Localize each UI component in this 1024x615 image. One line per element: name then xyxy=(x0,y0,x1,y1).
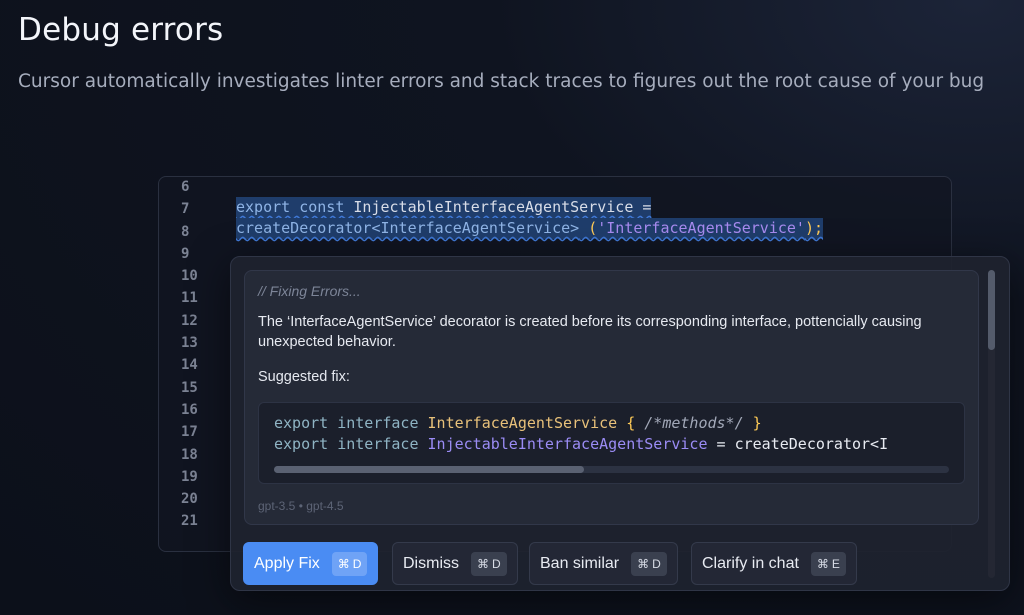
shortcut-badge: ⌘ E xyxy=(810,551,846,576)
code-brace: { xyxy=(626,414,636,432)
shortcut-key: E xyxy=(831,556,840,571)
code-line-7[interactable]: export const InjectableInterfaceAgentSer… xyxy=(236,197,652,218)
code-function: createDecorator<InterfaceAgentService> xyxy=(236,219,580,237)
horizontal-scrollbar[interactable] xyxy=(274,466,949,473)
line-number: 8 xyxy=(181,223,190,240)
clarify-in-chat-button[interactable]: Clarify in chat ⌘ E xyxy=(691,542,857,585)
fix-card xyxy=(244,270,979,525)
code-brace-close: } xyxy=(752,414,762,432)
code-operator: = xyxy=(642,198,652,216)
cmd-icon: ⌘ xyxy=(337,556,350,571)
fix-code-line-1: export interface InterfaceAgentService {… xyxy=(274,413,762,434)
fix-code-line-2: export interface InjectableInterfaceAgen… xyxy=(274,434,888,455)
code-paren-close: ); xyxy=(804,219,824,237)
clarify-in-chat-label: Clarify in chat xyxy=(702,554,799,572)
code-string: 'InterfaceAgentService' xyxy=(597,219,805,237)
shortcut-key: D xyxy=(492,556,501,571)
line-number: 7 xyxy=(181,201,190,218)
line-number-gutter: 6 7 8 9 10 11 12 13 14 15 16 17 18 19 20 21 xyxy=(181,176,198,533)
cmd-icon: ⌘ xyxy=(637,556,650,571)
line-number: 10 xyxy=(181,268,198,285)
fixing-comment: // Fixing Errors... xyxy=(258,283,361,299)
dismiss-label: Dismiss xyxy=(403,554,459,572)
code-comment: /*methods*/ xyxy=(644,414,744,432)
line-number: 9 xyxy=(181,245,190,262)
line-number: 12 xyxy=(181,312,198,329)
shortcut-badge: ⌘ D xyxy=(631,551,667,576)
line-number: 13 xyxy=(181,335,198,352)
shortcut-badge: ⌘ D xyxy=(471,551,507,576)
line-number: 20 xyxy=(181,491,198,508)
code-interface-name: InjectableInterfaceAgentService xyxy=(427,435,708,453)
line-number: 11 xyxy=(181,290,198,307)
cmd-icon: ⌘ xyxy=(816,556,829,571)
line-number: 21 xyxy=(181,513,198,530)
shortcut-badge: ⌘ D xyxy=(331,551,368,576)
code-paren: ( xyxy=(588,219,598,237)
code-keyword: export interface xyxy=(274,435,419,453)
code-keyword: export const xyxy=(236,198,345,216)
horizontal-scrollbar-thumb[interactable] xyxy=(274,466,584,473)
error-message: The ‘InterfaceAgentService’ decorator is… xyxy=(258,314,922,350)
code-interface-name: InterfaceAgentService xyxy=(427,414,618,432)
line-number: 19 xyxy=(181,468,198,485)
shortcut-key: D xyxy=(352,556,362,571)
ban-similar-button[interactable]: Ban similar ⌘ D xyxy=(529,542,678,585)
shortcut-key: D xyxy=(652,556,661,571)
code-expression: = createDecorator<I xyxy=(716,435,889,453)
apply-fix-button[interactable]: Apply Fix ⌘ D xyxy=(243,542,379,585)
page-subtitle: Cursor automatically investigates linter… xyxy=(18,71,985,92)
cmd-icon: ⌘ xyxy=(477,556,489,571)
line-number: 18 xyxy=(181,446,198,463)
code-keyword: export interface xyxy=(274,414,419,432)
ban-similar-label: Ban similar xyxy=(540,554,620,572)
apply-fix-label: Apply Fix xyxy=(254,554,320,572)
suggested-fix-label: Suggested fix: xyxy=(258,369,350,385)
code-line-8[interactable]: createDecorator<InterfaceAgentService> (… xyxy=(236,218,824,239)
line-number: 16 xyxy=(181,401,198,418)
dismiss-button[interactable]: Dismiss ⌘ D xyxy=(392,542,518,585)
line-number: 6 xyxy=(181,179,190,195)
suggested-fix-code[interactable]: export interface InterfaceAgentService {… xyxy=(258,402,965,484)
vertical-scrollbar-thumb[interactable] xyxy=(988,270,995,350)
line-number: 15 xyxy=(181,379,198,396)
line-number: 14 xyxy=(181,357,198,374)
line-number: 17 xyxy=(181,424,198,441)
page-title: Debug errors xyxy=(18,12,224,48)
code-identifier: InjectableInterfaceAgentService xyxy=(353,198,634,216)
model-list: gpt-3.5 • gpt-4.5 xyxy=(258,499,344,513)
